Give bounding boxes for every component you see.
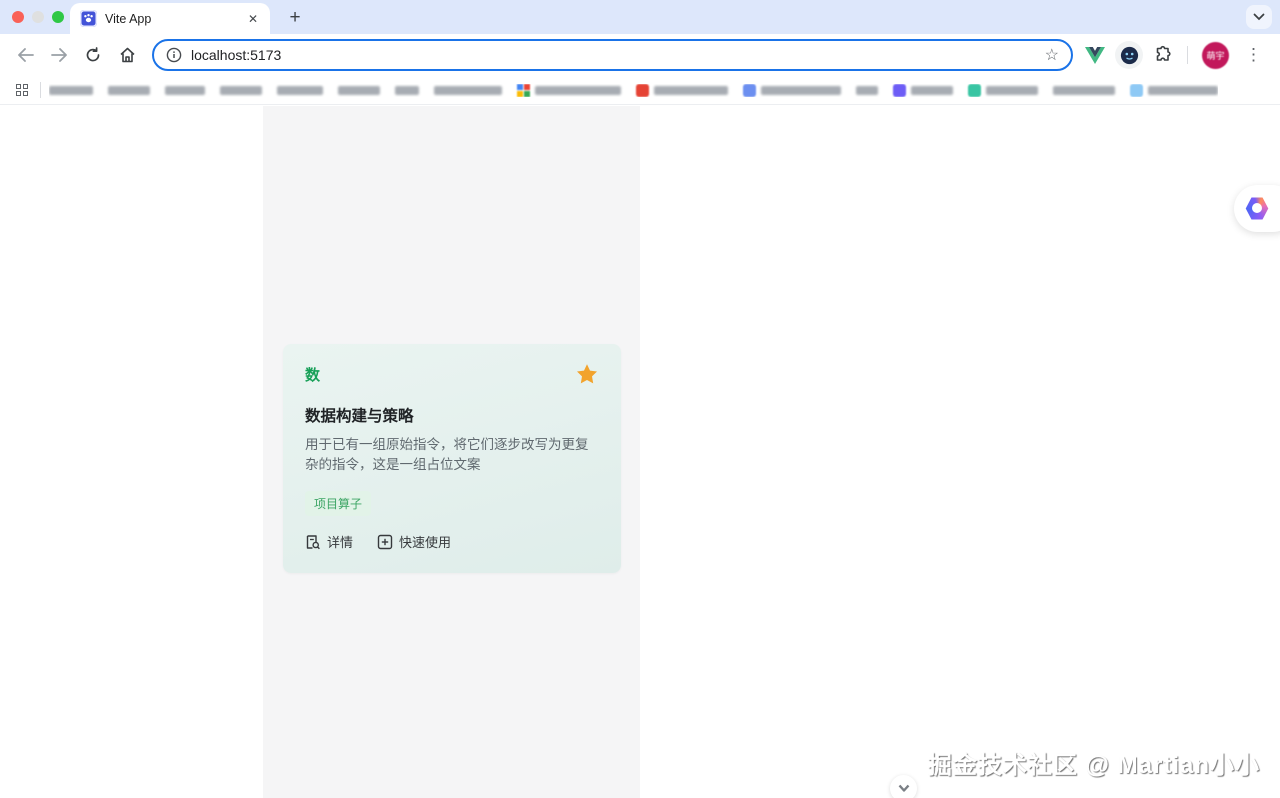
page-info-icon[interactable] — [166, 47, 182, 63]
bookmark-label-blurred — [911, 85, 953, 95]
quick-use-button[interactable]: 快速使用 — [377, 532, 451, 551]
bookmarks-list — [49, 83, 1218, 97]
card-actions: 详情 快速使用 — [305, 532, 599, 551]
browser-window: Vite App ✕ + localhost:5173 ☆ 萌宇 ⋮ 数 数据构… — [0, 0, 1280, 798]
extension-floating-button[interactable] — [1234, 185, 1280, 232]
bookmark-item[interactable] — [517, 83, 621, 97]
plus-square-icon — [377, 534, 393, 549]
bookmark-label-blurred — [761, 85, 841, 95]
bookmarks-divider — [40, 82, 41, 98]
bookmark-label-blurred — [165, 85, 205, 95]
home-icon[interactable] — [112, 40, 142, 70]
tab-strip: Vite App ✕ + — [0, 0, 1280, 34]
card-tag: 项目算子 — [305, 491, 372, 516]
bookmark-item[interactable] — [108, 85, 150, 95]
prompt-card[interactable]: 数 数据构建与策略 用于已有一组原始指令，将它们逐步改写为更复杂的指令，这是一组… — [283, 344, 621, 573]
bookmark-favicon — [743, 83, 756, 97]
bookmark-favicon — [1130, 83, 1143, 97]
card-title: 数据构建与策略 — [305, 408, 414, 425]
forward-icon[interactable] — [44, 40, 74, 70]
favorite-star-icon[interactable] — [575, 362, 599, 386]
tab-search-chevron-button[interactable] — [1246, 5, 1272, 29]
address-bar[interactable]: localhost:5173 ☆ — [152, 39, 1073, 71]
apps-grid-icon[interactable] — [16, 84, 28, 96]
bookmark-item[interactable] — [338, 85, 380, 95]
ai-extension-icon[interactable] — [1115, 41, 1143, 69]
bookmark-item[interactable] — [277, 85, 323, 95]
tab-close-icon[interactable]: ✕ — [246, 11, 260, 27]
bookmark-label-blurred — [277, 85, 323, 95]
bookmark-favicon — [893, 83, 906, 97]
new-tab-button[interactable]: + — [282, 5, 308, 31]
bookmark-label-blurred — [434, 85, 502, 95]
scroll-down-button[interactable] — [890, 775, 917, 798]
bookmark-label-blurred — [220, 85, 262, 95]
card-header: 数 — [305, 364, 599, 386]
bookmark-label-blurred — [856, 85, 878, 95]
bookmark-favicon — [517, 83, 530, 97]
bookmark-label-blurred — [338, 85, 380, 95]
bookmark-item[interactable] — [743, 83, 841, 97]
card-badge: 数 — [305, 367, 321, 384]
bookmark-label-blurred — [1053, 85, 1115, 95]
bookmark-label-blurred — [1148, 85, 1218, 95]
bookmark-favicon — [968, 83, 981, 97]
reload-icon[interactable] — [78, 40, 108, 70]
chevron-down-icon — [898, 784, 909, 792]
bookmark-item[interactable] — [968, 83, 1038, 97]
toolbar-divider — [1187, 46, 1188, 64]
bookmark-item[interactable] — [856, 85, 878, 95]
bookmark-item[interactable] — [220, 85, 262, 95]
bookmark-item[interactable] — [1130, 83, 1218, 97]
extensions-puzzle-icon[interactable] — [1153, 45, 1173, 65]
bookmark-favicon — [636, 83, 649, 97]
bookmark-star-icon[interactable]: ☆ — [1045, 45, 1059, 65]
card-description: 用于已有一组原始指令，将它们逐步改写为更复杂的指令，这是一组占位文案 — [305, 437, 589, 472]
browser-toolbar: localhost:5173 ☆ 萌宇 ⋮ — [0, 34, 1280, 76]
bookmark-item[interactable] — [893, 83, 953, 97]
bookmark-label-blurred — [395, 85, 419, 95]
extensions-area: 萌宇 ⋮ — [1085, 41, 1270, 69]
bookmark-item[interactable] — [49, 85, 93, 95]
bookmark-item[interactable] — [395, 85, 419, 95]
vue-devtools-icon[interactable] — [1085, 46, 1105, 64]
bookmark-label-blurred — [535, 85, 621, 95]
minimize-window-button[interactable] — [32, 11, 44, 23]
detail-label: 详情 — [327, 535, 354, 550]
bookmark-item[interactable] — [165, 85, 205, 95]
list-column: 数 数据构建与策略 用于已有一组原始指令，将它们逐步改写为更复杂的指令，这是一组… — [263, 106, 917, 798]
bookmark-item[interactable] — [434, 85, 502, 95]
tab-vite-app[interactable]: Vite App ✕ — [70, 3, 270, 34]
bookmark-label-blurred — [49, 85, 93, 95]
quick-use-label: 快速使用 — [399, 535, 452, 550]
watermark-text: 掘金技术社区 @ Martian小小 — [927, 752, 1260, 779]
url-text[interactable]: localhost:5173 — [191, 47, 1036, 63]
tab-favicon-paw-icon — [80, 10, 97, 27]
bookmark-item[interactable] — [636, 83, 728, 97]
traffic-lights — [0, 11, 76, 23]
page-content: 数 数据构建与策略 用于已有一组原始指令，将它们逐步改写为更复杂的指令，这是一组… — [0, 106, 1280, 798]
zoom-window-button[interactable] — [52, 11, 64, 23]
detail-button[interactable]: 详情 — [305, 532, 353, 551]
bookmark-label-blurred — [654, 85, 728, 95]
tab-title: Vite App — [105, 11, 152, 26]
bookmark-item[interactable] — [1053, 85, 1115, 95]
bookmark-label-blurred — [108, 85, 150, 95]
profile-avatar[interactable]: 萌宇 — [1202, 41, 1229, 69]
back-icon[interactable] — [10, 40, 40, 70]
close-window-button[interactable] — [12, 11, 24, 23]
bookmarks-bar — [0, 76, 1280, 105]
browser-menu-icon[interactable]: ⋮ — [1239, 45, 1268, 65]
bookmark-label-blurred — [986, 85, 1038, 95]
file-search-icon — [306, 534, 320, 549]
hexagon-logo-icon — [1245, 197, 1269, 220]
